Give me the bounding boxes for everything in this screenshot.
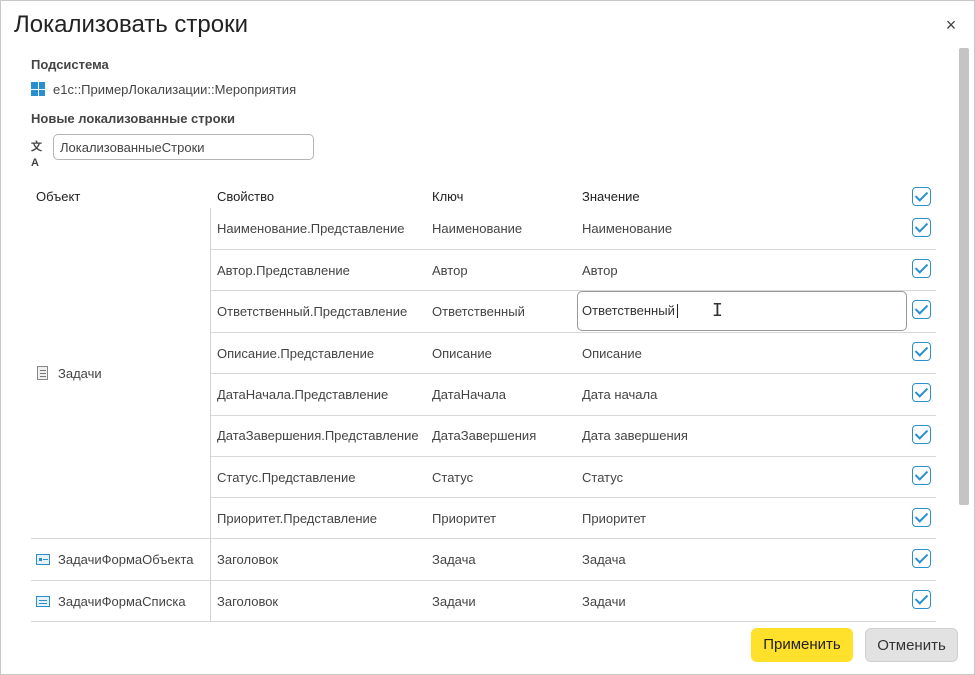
row-checkbox[interactable] (912, 300, 931, 319)
group-divider (31, 538, 936, 539)
row-divider (211, 332, 936, 333)
row-checkbox[interactable] (912, 425, 931, 444)
key-cell[interactable]: Ответственный (432, 304, 525, 319)
subsystem-value[interactable]: e1c::ПримерЛокализации::Мероприятия (53, 82, 296, 97)
value-cell[interactable]: Дата завершения (582, 428, 688, 443)
property-cell[interactable]: Приоритет.Представление (217, 511, 377, 526)
object-name[interactable]: Задачи (58, 366, 102, 381)
subsystem-grid-icon (31, 82, 45, 96)
key-cell[interactable]: Описание (432, 346, 492, 361)
header-property: Свойство (217, 189, 275, 204)
row-checkbox[interactable] (912, 590, 931, 609)
property-cell[interactable]: ДатаНачала.Представление (217, 387, 388, 402)
new-strings-row: 文A (31, 134, 314, 169)
group-divider (31, 580, 936, 581)
row-checkbox[interactable] (912, 259, 931, 278)
object-name[interactable]: ЗадачиФормаСписка (58, 594, 186, 609)
row-checkbox[interactable] (912, 549, 931, 568)
row-divider (211, 456, 936, 457)
header-object: Объект (36, 189, 81, 204)
value-cell[interactable]: Статус (582, 470, 623, 485)
row-checkbox[interactable] (912, 218, 931, 237)
group-divider (31, 621, 936, 622)
document-icon (37, 366, 48, 380)
value-cell[interactable]: Задачи (582, 594, 626, 609)
key-cell[interactable]: Наименование (432, 221, 522, 236)
value-cell[interactable]: Описание (582, 346, 642, 361)
row-divider (211, 373, 936, 374)
property-cell[interactable]: Наименование.Представление (217, 221, 404, 236)
dialog-title: Локализовать строки (14, 11, 249, 38)
translate-icon: 文A (31, 141, 42, 169)
row-checkbox[interactable] (912, 508, 931, 527)
subsystem-row: e1c::ПримерЛокализации::Мероприятия (31, 80, 296, 98)
key-cell[interactable]: ДатаЗавершения (432, 428, 536, 443)
row-divider (211, 497, 936, 498)
new-strings-label: Новые локализованные строки (31, 111, 236, 126)
value-cell[interactable]: Автор (582, 263, 618, 278)
list-form-icon (36, 596, 50, 607)
value-cell[interactable]: Приоритет (582, 511, 646, 526)
apply-button[interactable]: Применить (751, 628, 853, 662)
key-cell[interactable]: Задачи (432, 594, 476, 609)
header-value: Значение (582, 189, 640, 204)
key-cell[interactable]: Приоритет (432, 511, 496, 526)
vertical-scrollbar[interactable] (959, 48, 969, 505)
cancel-button[interactable]: Отменить (865, 628, 958, 662)
value-cell[interactable]: Дата начала (582, 387, 657, 402)
new-strings-input[interactable] (53, 134, 314, 160)
close-icon[interactable]: × (941, 15, 961, 35)
value-cell[interactable]: Наименование (582, 221, 672, 236)
header-key: Ключ (432, 189, 464, 204)
key-cell[interactable]: Автор (432, 263, 468, 278)
property-cell[interactable]: Ответственный.Представление (217, 304, 407, 319)
object-name[interactable]: ЗадачиФормаОбъекта (58, 552, 194, 567)
property-cell[interactable]: Автор.Представление (217, 263, 350, 278)
property-cell[interactable]: Статус.Представление (217, 470, 355, 485)
row-checkbox[interactable] (912, 342, 931, 361)
value-edit-text[interactable]: Ответственный (582, 303, 675, 318)
key-cell[interactable]: Задача (432, 552, 476, 567)
key-cell[interactable]: ДатаНачала (432, 387, 506, 402)
property-cell[interactable]: Описание.Представление (217, 346, 374, 361)
property-cell[interactable]: Заголовок (217, 594, 278, 609)
ibeam-cursor-icon: I (712, 300, 723, 321)
object-form-icon (36, 554, 50, 565)
row-checkbox[interactable] (912, 466, 931, 485)
subsystem-label: Подсистема (31, 57, 109, 72)
property-cell[interactable]: ДатаЗавершения.Представление (217, 428, 419, 443)
value-cell[interactable]: Задача (582, 552, 626, 567)
row-checkbox[interactable] (912, 383, 931, 402)
property-cell[interactable]: Заголовок (217, 552, 278, 567)
row-divider (211, 249, 936, 250)
text-caret (677, 304, 678, 318)
select-all-checkbox[interactable] (912, 187, 931, 206)
row-divider (211, 415, 936, 416)
localize-strings-dialog: Локализовать строки × Подсистема e1c::Пр… (0, 0, 975, 675)
key-cell[interactable]: Статус (432, 470, 473, 485)
